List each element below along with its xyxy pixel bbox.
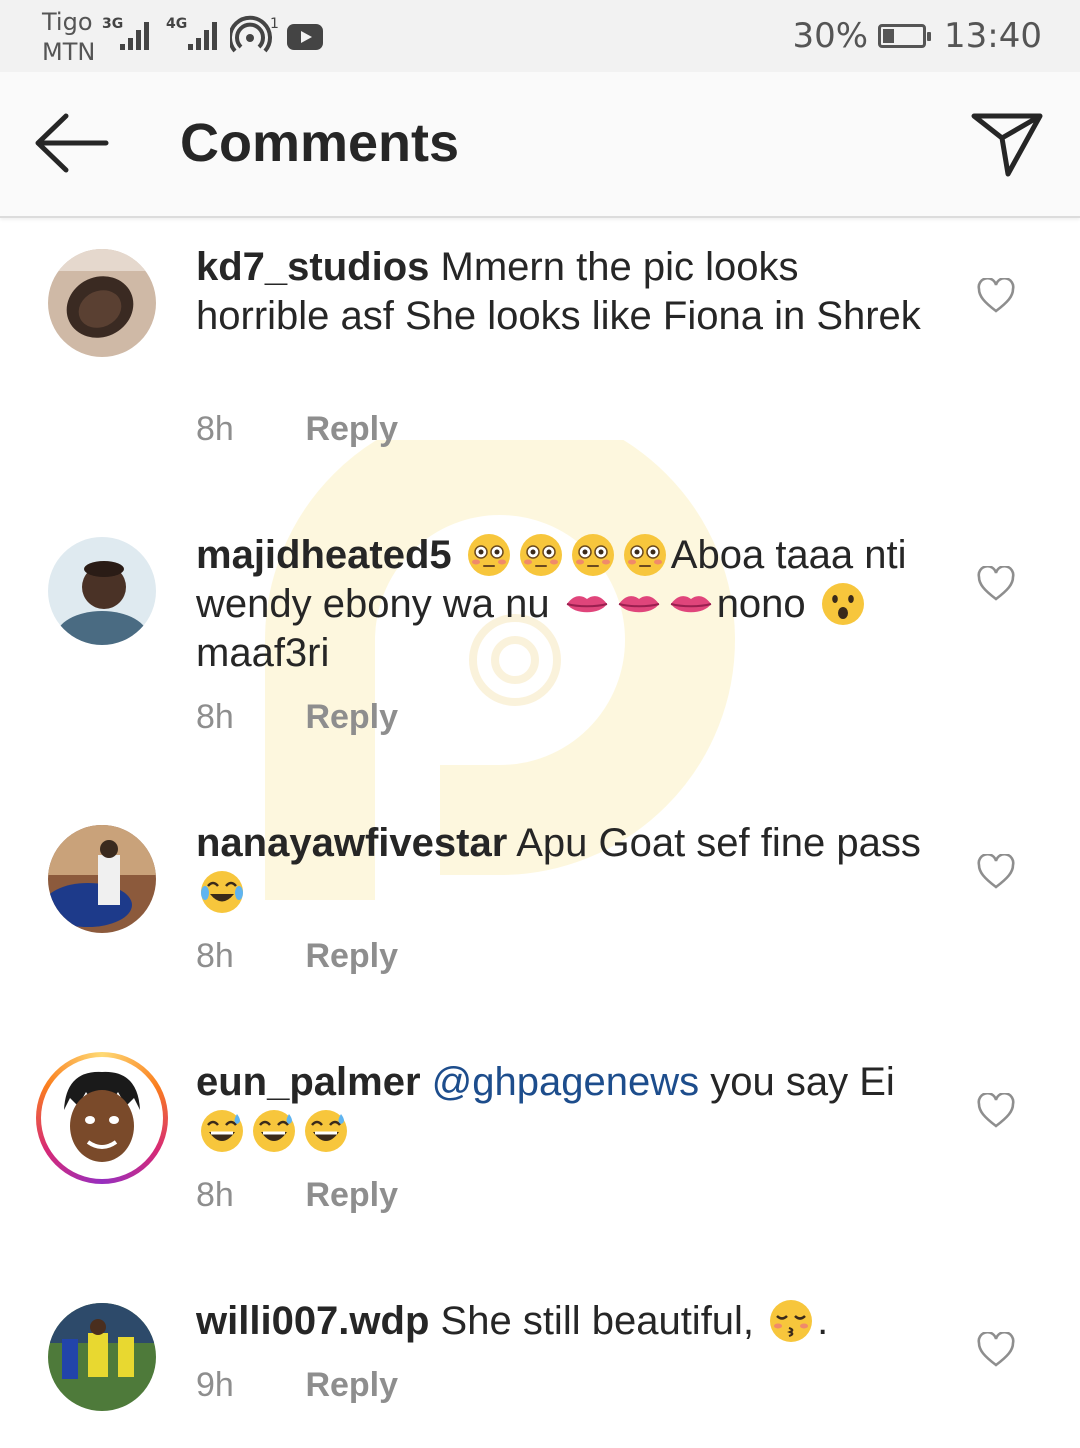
comment-text: nanayawfivestar Apu Goat sef fine pass	[196, 819, 936, 917]
grinning-sweat-face-icon	[305, 1110, 347, 1152]
avatar[interactable]	[48, 825, 156, 933]
avatar[interactable]	[48, 1303, 156, 1411]
comment-text: majidheated5 Aboa taaa nti wendy ebony w…	[196, 531, 936, 678]
comment-username[interactable]: kd7_studios	[196, 245, 429, 289]
comment-body-end: .	[817, 1299, 829, 1343]
status-bar: Tigo MTN 3G 4G 1 30% 13:40	[0, 0, 1080, 72]
grinning-sweat-face-icon	[253, 1110, 295, 1152]
carrier-name-2: MTN	[42, 38, 96, 66]
lips-icon	[618, 596, 659, 613]
network-type-2: 4G	[166, 16, 188, 32]
emoji-group	[196, 1109, 352, 1153]
status-right: 30% 13:40	[792, 16, 1042, 56]
comment-time: 8h	[196, 1176, 234, 1214]
lips-icon	[566, 596, 607, 613]
comment-meta: 9h Reply	[196, 1366, 398, 1405]
mention-link[interactable]: @ghpagenews	[432, 1060, 699, 1104]
comment-username[interactable]: eun_palmer	[196, 1060, 421, 1104]
signal-2-icon: 4G	[166, 16, 222, 56]
comment-text: eun_palmer @ghpagenews you say Ei	[196, 1058, 936, 1156]
flushed-face-icon	[519, 534, 562, 576]
hotspot-count: 1	[270, 16, 279, 32]
like-heart-icon[interactable]	[976, 276, 1016, 314]
battery-icon	[878, 24, 932, 48]
youtube-notification-icon	[287, 24, 323, 54]
lips-icon	[670, 596, 711, 613]
comments-header: Comments	[0, 72, 1080, 218]
comment-username[interactable]: nanayawfivestar	[196, 821, 507, 865]
comment-meta: 8h Reply	[196, 698, 398, 737]
comment-time: 9h	[196, 1366, 234, 1404]
comment-body-part-3: maaf3ri	[196, 631, 330, 675]
back-arrow-icon	[35, 113, 109, 173]
reply-button[interactable]: Reply	[305, 698, 398, 736]
comment-body: Apu Goat sef fine pass	[516, 821, 921, 865]
comment-meta: 8h Reply	[196, 1176, 398, 1215]
like-heart-icon[interactable]	[976, 1091, 1016, 1129]
clock: 13:40	[944, 16, 1042, 56]
comment-time: 8h	[196, 698, 234, 736]
comment-text: kd7_studios Mmern the pic looks horrible…	[196, 243, 936, 341]
avatar[interactable]	[48, 249, 156, 357]
reply-button[interactable]: Reply	[305, 937, 398, 975]
direct-message-icon	[971, 113, 1043, 177]
reply-button[interactable]: Reply	[305, 1366, 398, 1404]
comment-text: willi007.wdp She still beautiful, .	[196, 1297, 936, 1346]
comment-username[interactable]: majidheated5	[196, 533, 452, 577]
flushed-face-icon	[571, 534, 614, 576]
battery-percent: 30%	[792, 16, 869, 56]
comment-time: 8h	[196, 410, 234, 448]
reply-button[interactable]: Reply	[305, 1176, 398, 1214]
hotspot-icon: 1	[228, 14, 282, 58]
tears-of-joy-face-icon	[201, 871, 243, 913]
emoji-group-2	[561, 582, 717, 626]
emoji-group-1	[463, 533, 671, 577]
back-button[interactable]	[30, 110, 112, 176]
flushed-face-icon	[467, 534, 510, 576]
comment-body-part-2: nono	[716, 582, 817, 626]
avatar[interactable]	[48, 537, 156, 645]
battery-level	[883, 29, 895, 43]
like-heart-icon[interactable]	[976, 852, 1016, 890]
like-heart-icon[interactable]	[976, 564, 1016, 602]
like-heart-icon[interactable]	[976, 1330, 1016, 1368]
comment-username[interactable]: willi007.wdp	[196, 1299, 429, 1343]
share-button[interactable]	[966, 104, 1048, 180]
kissing-closed-eyes-face-icon	[770, 1300, 813, 1342]
comment-meta: 8h Reply	[196, 937, 398, 976]
flushed-face-icon	[623, 534, 666, 576]
emoji-group-3	[817, 582, 869, 626]
grinning-sweat-face-icon	[201, 1110, 243, 1152]
comment-body: you say Ei	[699, 1060, 895, 1104]
comment-meta: 8h Reply	[196, 410, 398, 449]
hushed-face-icon	[821, 583, 864, 625]
signal-1-icon: 3G	[102, 16, 158, 56]
comment-body: She still beautiful,	[440, 1299, 766, 1343]
page-title: Comments	[180, 113, 460, 173]
comment-time: 8h	[196, 937, 234, 975]
avatar-with-story-ring[interactable]	[36, 1052, 168, 1184]
reply-button[interactable]: Reply	[305, 410, 398, 448]
carrier-name-1: Tigo	[42, 8, 93, 36]
